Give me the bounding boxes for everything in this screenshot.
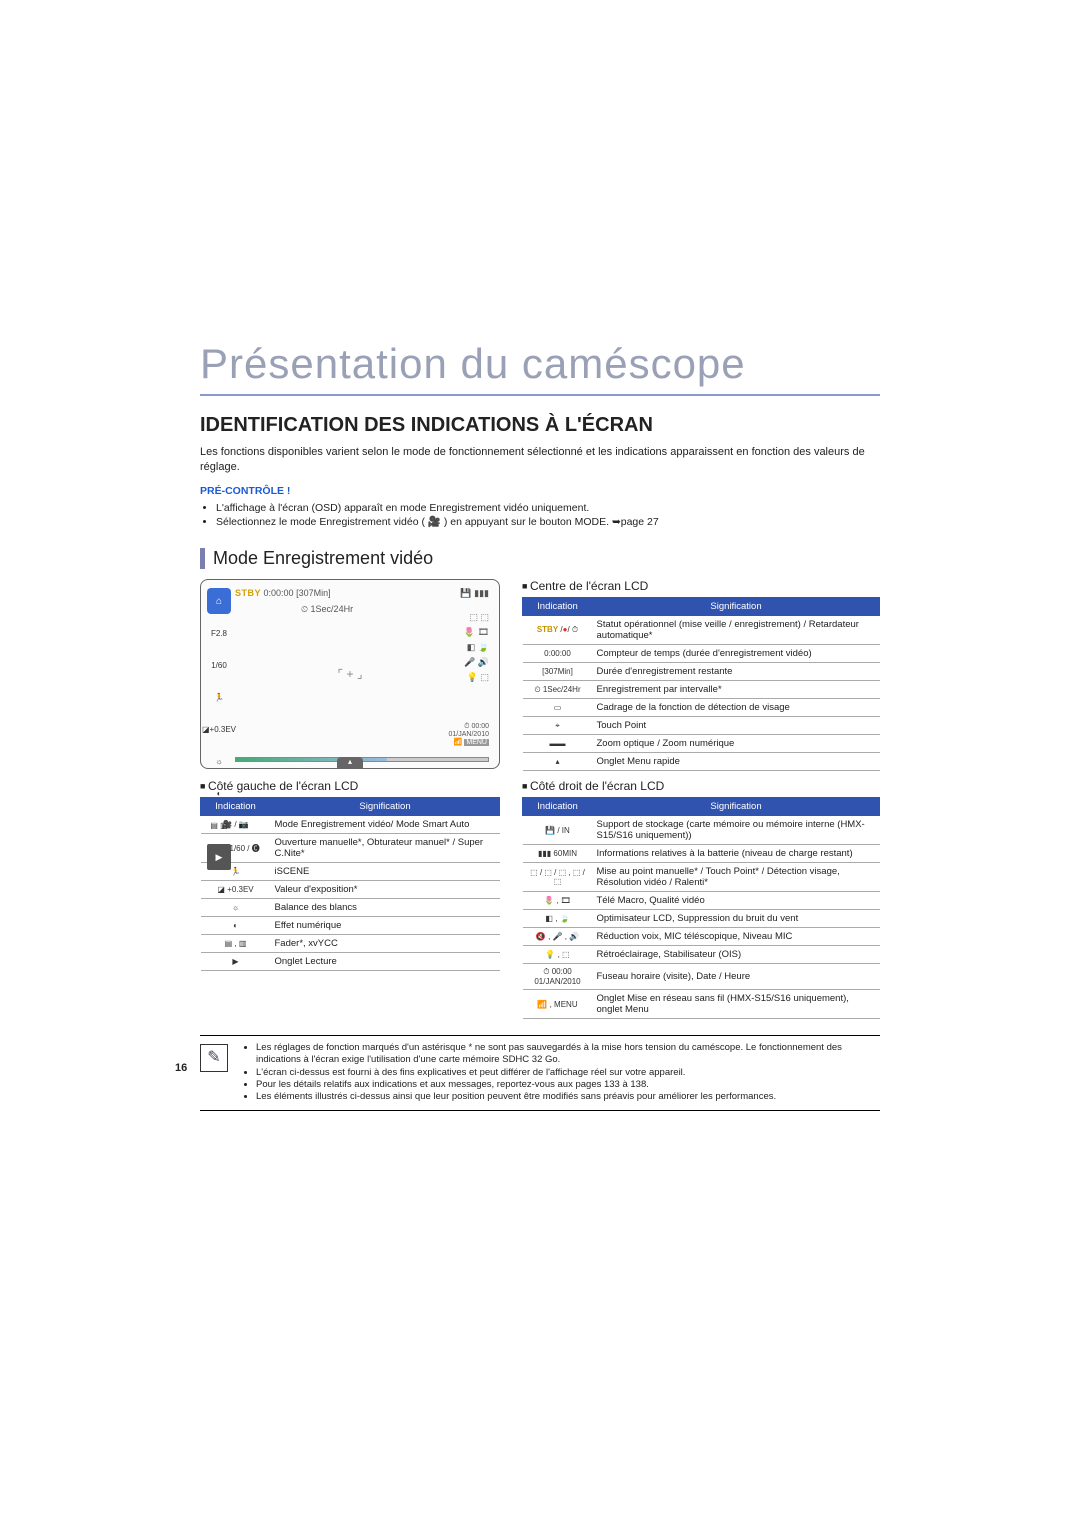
note-item: Les éléments illustrés ci-dessus ainsi q…: [256, 1091, 880, 1103]
interval-icon: ⏲: [301, 604, 308, 614]
play-tab-icon: ▶: [207, 844, 231, 870]
page-number: 16: [175, 1062, 187, 1074]
iscene-icon: 🏃: [207, 684, 231, 710]
table-row: ⏱ 00:00 01/JAN/2010Fuseau horaire (visit…: [523, 964, 880, 990]
pre-control-item: L'affichage à l'écran (OSD) apparaît en …: [216, 501, 880, 516]
date-value: 01/JAN/2010: [449, 731, 489, 738]
table-row: STBY /●/ ⏱Statut opérationnel (mise veil…: [523, 616, 880, 645]
aperture-value: F2.8: [207, 620, 231, 646]
remain-time: [307Min]: [296, 588, 331, 598]
th-indication: Indication: [523, 798, 593, 816]
interval-value: 1Sec/24Hr: [311, 604, 354, 614]
table-row: 🏃iSCENE: [201, 863, 500, 881]
table-row: ☼Balance des blancs: [201, 899, 500, 917]
ev-value: ◪ +0.3EV: [207, 716, 231, 742]
right-table: IndicationSignification 💾 / INSupport de…: [522, 797, 880, 1019]
center-table: IndicationSignification STBY /●/ ⏱Statut…: [522, 597, 880, 771]
table-row: 🌷 , 🎞Télé Macro, Qualité vidéo: [523, 892, 880, 910]
right-section-label: Côté droit de l'écran LCD: [522, 779, 880, 793]
time-counter: 0:00:00: [264, 588, 294, 598]
table-row: ◐Effet numérique: [201, 917, 500, 935]
lcd-screen-diagram: ⌂ F2.8 1/60 🏃 ◪ +0.3EV ☼ ◐ ▤ ▥ ▶ STBY 0:…: [200, 579, 500, 769]
table-row: 0:00:00Compteur de temps (durée d'enregi…: [523, 645, 880, 663]
table-row: ⬚ / ⬚ / ⬚ , ⬚ / ⬚Mise au point manuelle*…: [523, 863, 880, 892]
quick-menu-arrow-icon: ▴: [337, 757, 363, 769]
mic-icon: 🎤 🔊: [464, 657, 489, 668]
table-row: ⌖Touch Point: [523, 717, 880, 735]
section-heading: IDENTIFICATION DES INDICATIONS À L'ÉCRAN: [200, 414, 880, 437]
resolution-icon: ⬚ ⬚: [469, 612, 489, 623]
table-row: ▶Onglet Lecture: [201, 953, 500, 971]
th-indication: Indication: [523, 598, 593, 616]
th-signification: Signification: [593, 798, 880, 816]
note-item: Les réglages de fonction marqués d'un as…: [256, 1042, 880, 1067]
table-row: 🎥 / 📷Mode Enregistrement vidéo/ Mode Sma…: [201, 816, 500, 834]
effect-icon: ◐: [207, 780, 231, 806]
left-section-label: Côté gauche de l'écran LCD: [200, 779, 500, 793]
th-signification: Signification: [271, 798, 500, 816]
table-row: ⏲ 1Sec/24HrEnregistrement par intervalle…: [523, 681, 880, 699]
table-row: ▬▬Zoom optique / Zoom numérique: [523, 735, 880, 753]
mode-heading: Mode Enregistrement vidéo: [200, 548, 880, 569]
pre-control-title: PRÉ-CONTRÔLE !: [200, 485, 880, 497]
pre-control-item: Sélectionnez le mode Enregistrement vidé…: [216, 515, 880, 530]
table-row: F2.8 1/60 / 🅒Ouverture manuelle*, Obtura…: [201, 834, 500, 863]
intro-text: Les fonctions disponibles varient selon …: [200, 445, 880, 475]
shutter-value: 1/60: [207, 652, 231, 678]
home-icon: ⌂: [207, 588, 231, 614]
table-row: ▴Onglet Menu rapide: [523, 753, 880, 771]
table-row: 🔇 , 🎤 , 🔊Réduction voix, MIC téléscopiqu…: [523, 928, 880, 946]
table-row: ▭Cadrage de la fonction de détection de …: [523, 699, 880, 717]
table-row: 📶 , MENUOnglet Mise en réseau sans fil (…: [523, 990, 880, 1019]
left-table: IndicationSignification 🎥 / 📷Mode Enregi…: [200, 797, 500, 971]
table-row: ◪ +0.3EVValeur d'exposition*: [201, 881, 500, 899]
page-title: Présentation du caméscope: [200, 340, 880, 396]
table-row: 💾 / INSupport de stockage (carte mémoire…: [523, 816, 880, 845]
wb-icon: ☼: [207, 748, 231, 774]
backlight-icon: 💡 ⬚: [467, 672, 489, 683]
stby-label: STBY: [235, 588, 261, 598]
note-item: L'écran ci-dessus est fourni à des fins …: [256, 1067, 880, 1079]
clock-icon: ⏱ 00:00: [449, 723, 489, 731]
th-signification: Signification: [593, 598, 880, 616]
table-row: ▤ , ▥Fader*, xvYCC: [201, 935, 500, 953]
table-row: 💡 , ⬚Rétroéclairage, Stabilisateur (OIS): [523, 946, 880, 964]
wifi-icon: 📶: [454, 739, 463, 746]
table-row: ▮▮▮ 60MINInformations relatives à la bat…: [523, 845, 880, 863]
macro-icon: 🌷 🎞: [464, 627, 489, 638]
note-item: Pour les détails relatifs aux indication…: [256, 1079, 880, 1091]
lcd-opt-icon: ◧ 🍃: [467, 642, 489, 653]
storage-battery-icons: 💾 ▮▮▮: [460, 588, 489, 599]
menu-label: MENU: [464, 739, 489, 746]
table-row: ◧ , 🍃Optimisateur LCD, Suppression du br…: [523, 910, 880, 928]
center-section-label: Centre de l'écran LCD: [522, 579, 880, 593]
fader-icon: ▤ ▥: [207, 812, 231, 838]
table-row: [307Min]Durée d'enregistrement restante: [523, 663, 880, 681]
touch-point-icon: ⌜ + ⌟: [338, 667, 363, 681]
pre-control-list: L'affichage à l'écran (OSD) apparaît en …: [200, 501, 880, 530]
note-box: ✎ Les réglages de fonction marqués d'un …: [200, 1035, 880, 1111]
note-icon: ✎: [200, 1044, 228, 1072]
